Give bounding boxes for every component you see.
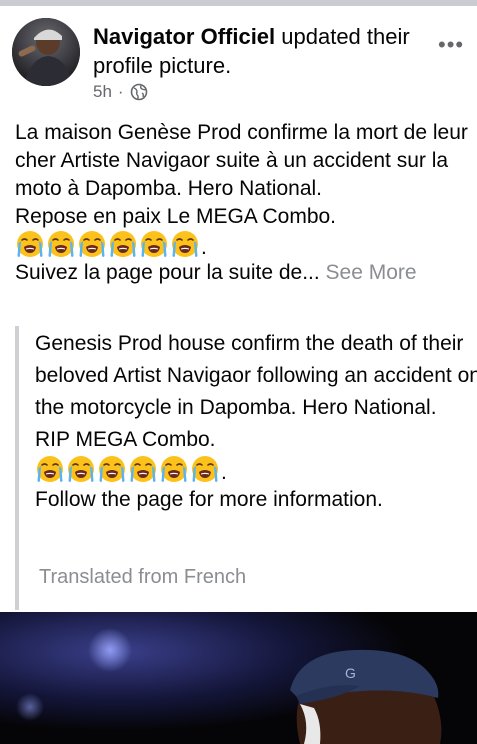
emoji-suffix: .: [201, 236, 207, 259]
post-paragraph: La maison Genèse Prod confirme la mort d…: [15, 121, 468, 200]
svg-text:G: G: [345, 665, 356, 681]
more-options-icon[interactable]: •••: [438, 32, 464, 58]
loudly-crying-face-icon: [110, 231, 136, 257]
loudly-crying-face-icon: [17, 231, 43, 257]
loudly-crying-face-icon: [37, 456, 63, 482]
post-meta: 5h ·: [93, 82, 148, 102]
post-header: Navigator Officiel updated their profile…: [93, 22, 423, 80]
avatar[interactable]: [12, 18, 80, 86]
see-more-link[interactable]: See More: [326, 261, 417, 284]
profile-photo-image: G: [0, 612, 477, 744]
translation-paragraph: Genesis Prod house confirm the death of …: [35, 332, 477, 419]
loudly-crying-face-icon: [48, 231, 74, 257]
post-time[interactable]: 5h: [93, 82, 112, 102]
globe-icon: [130, 83, 147, 101]
profile-photo[interactable]: G: [0, 612, 477, 744]
author-name[interactable]: Navigator Officiel: [93, 24, 275, 49]
meta-dot: ·: [117, 82, 124, 101]
translation-block: Genesis Prod house confirm the death of …: [15, 326, 477, 610]
loudly-crying-face-icon: [141, 231, 167, 257]
emoji-row: .: [35, 456, 477, 484]
loudly-crying-face-icon: [79, 231, 105, 257]
top-divider: [0, 0, 477, 6]
post-rip-line: Repose en paix Le MEGA Combo.: [15, 205, 337, 228]
loudly-crying-face-icon: [130, 456, 156, 482]
loudly-crying-face-icon: [68, 456, 94, 482]
truncated-text: Suivez la page pour la suite de...: [15, 261, 320, 284]
loudly-crying-face-icon: [99, 456, 125, 482]
emoji-suffix: .: [221, 461, 227, 484]
post-truncated-line: Suivez la page pour la suite de... See M…: [15, 259, 470, 287]
post-body: La maison Genèse Prod confirme la mort d…: [15, 119, 470, 287]
translation-rip-line: RIP MEGA Combo.: [35, 428, 216, 451]
loudly-crying-face-icon: [192, 456, 218, 482]
emoji-row: .: [15, 231, 470, 259]
translation-note[interactable]: Translated from French: [39, 566, 246, 589]
loudly-crying-face-icon: [172, 231, 198, 257]
translation-follow-line: Follow the page for more information.: [35, 488, 383, 511]
avatar-image: [12, 18, 80, 86]
loudly-crying-face-icon: [161, 456, 187, 482]
